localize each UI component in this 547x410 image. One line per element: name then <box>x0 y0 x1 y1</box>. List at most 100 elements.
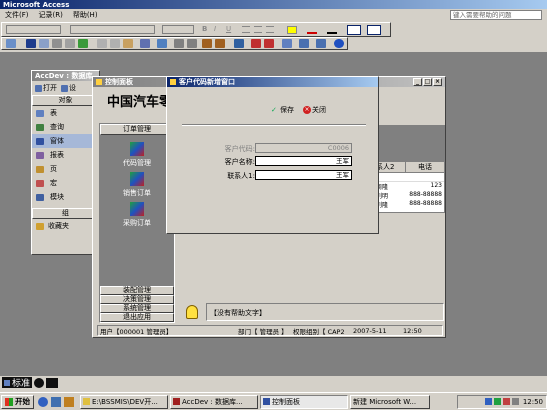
btn-system[interactable]: 系统管理 <box>100 304 174 313</box>
font-color-icon[interactable] <box>307 26 317 34</box>
design-button[interactable]: 设 <box>61 83 76 93</box>
dialog-titlebar: 客户代码新增窗口 <box>167 77 378 87</box>
bold-button[interactable]: B <box>202 25 207 33</box>
print-icon[interactable] <box>52 39 62 48</box>
grid-col-phone[interactable]: 电话 <box>406 162 444 172</box>
tray-icon[interactable] <box>493 398 501 405</box>
minimize-button[interactable]: _ <box>413 78 422 86</box>
nav-icon[interactable] <box>46 377 59 388</box>
align-right-icon[interactable] <box>266 26 274 33</box>
object-combo[interactable] <box>6 25 61 34</box>
line-width-button[interactable] <box>367 25 381 35</box>
cut-icon[interactable] <box>97 39 107 48</box>
object-forms[interactable]: 窗体 <box>32 134 99 148</box>
object-macros[interactable]: 宏 <box>36 176 99 190</box>
close-label: 关闭 <box>312 106 326 114</box>
help-icon[interactable] <box>334 39 344 48</box>
menu-file[interactable]: 文件(F) <box>5 10 29 20</box>
quicklaunch-shield-icon[interactable] <box>64 396 74 407</box>
paste-icon[interactable] <box>123 39 133 48</box>
new-object-icon[interactable] <box>316 39 326 48</box>
object-pages[interactable]: 页 <box>36 162 99 176</box>
group-favorites[interactable]: 收藏夹 <box>32 219 99 233</box>
quicklaunch-desktop-icon[interactable] <box>51 396 61 407</box>
btn-decision[interactable]: 决策管理 <box>100 295 174 304</box>
nav-item-code[interactable]: 代码管理 <box>100 142 174 168</box>
objects-header[interactable]: 对象 <box>32 95 99 106</box>
object-reports[interactable]: 报表 <box>36 148 99 162</box>
delete-record-icon[interactable] <box>264 39 274 48</box>
object-queries[interactable]: 查询 <box>36 120 99 134</box>
favorites-icon <box>36 222 44 230</box>
border-style-button[interactable] <box>347 25 361 35</box>
menu-help[interactable]: 帮助(H) <box>73 10 98 20</box>
undo-icon[interactable] <box>140 39 150 48</box>
object-tables[interactable]: 表 <box>36 106 99 120</box>
search-icon[interactable] <box>39 39 49 48</box>
find-icon[interactable] <box>234 39 244 48</box>
task-word[interactable]: 新建 Microsoft W... <box>350 394 430 409</box>
filter-icon[interactable] <box>202 39 212 48</box>
task-label: 控制面板 <box>272 397 300 406</box>
query-icon <box>36 123 44 131</box>
task-accdev[interactable]: AccDev : 数据库... <box>170 394 258 409</box>
close-button[interactable]: × <box>433 78 442 86</box>
table-row[interactable]: 刘明 888-88888 <box>374 191 444 200</box>
groups-header[interactable]: 组 <box>32 208 99 219</box>
nav-item-purchase[interactable]: 采购订单 <box>100 202 174 228</box>
btn-assembly[interactable]: 装配管理 <box>100 286 174 295</box>
btn-exit[interactable]: 退出应用 <box>100 313 174 322</box>
task-label: E:\BSSMIS\DEV开... <box>92 397 158 406</box>
table-row[interactable]: 刘隆 888-88888 <box>374 200 444 209</box>
underline-button[interactable]: U <box>226 25 231 33</box>
dialog-close-button[interactable]: × 关闭 <box>303 105 326 115</box>
properties-icon[interactable] <box>282 39 292 48</box>
form-icon <box>36 137 44 145</box>
view-icon[interactable] <box>6 39 16 48</box>
tray-icon[interactable] <box>484 398 492 405</box>
contact1-input[interactable]: 王军 <box>255 170 352 180</box>
table-row[interactable]: 周隆 123 <box>374 182 444 191</box>
record-icon[interactable] <box>34 377 45 388</box>
italic-button[interactable]: I <box>214 25 216 33</box>
task-control-panel[interactable]: 控制面板 <box>260 394 348 409</box>
section-order[interactable]: 订单管理 <box>100 124 174 135</box>
quicklaunch-ie-icon[interactable] <box>38 396 48 407</box>
sort-asc-icon[interactable] <box>174 39 184 48</box>
fill-color-icon[interactable] <box>287 26 297 34</box>
sort-desc-icon[interactable] <box>187 39 197 48</box>
task-explorer[interactable]: E:\BSSMIS\DEV开... <box>80 394 168 409</box>
copy-icon[interactable] <box>110 39 120 48</box>
footer-time: 12:50 <box>403 326 422 335</box>
db-window-icon[interactable] <box>299 39 309 48</box>
customer-name-input[interactable]: 王军 <box>255 156 352 166</box>
save-icon[interactable] <box>26 39 36 48</box>
grid-header-band <box>374 126 444 162</box>
start-button[interactable]: 开始 <box>1 394 34 409</box>
hyperlink-icon[interactable] <box>157 39 167 48</box>
maximize-button[interactable]: □ <box>423 78 432 86</box>
size-combo[interactable] <box>162 25 194 34</box>
db-window-titlebar: AccDev : 数据库 <box>32 71 99 81</box>
tray-icon[interactable] <box>511 398 519 405</box>
mode-button[interactable]: 标准 <box>2 377 33 389</box>
spelling-icon[interactable] <box>78 39 88 48</box>
align-left-icon[interactable] <box>242 26 250 33</box>
preview-icon[interactable] <box>65 39 75 48</box>
customer-code-dialog: 客户代码新增窗口 ✓ 保存 × 关闭 客户代码: C0006 客户名称: 王军 … <box>166 76 379 234</box>
menu-records[interactable]: 记录(R) <box>39 10 63 20</box>
object-modules[interactable]: 模块 <box>36 190 99 204</box>
open-button[interactable]: 打开 <box>35 83 57 93</box>
nav-item-sales[interactable]: 销售订单 <box>100 172 174 198</box>
mode-label: 标准 <box>12 379 31 389</box>
align-center-icon[interactable] <box>254 26 262 33</box>
object-label: 表 <box>50 109 57 117</box>
bottom-buttons: 装配管理 决策管理 系统管理 退出应用 <box>100 286 174 322</box>
help-search-input[interactable]: 键入需要帮助的问题 <box>450 10 542 20</box>
line-color-icon[interactable] <box>327 26 337 34</box>
filter-form-icon[interactable] <box>215 39 225 48</box>
font-combo[interactable] <box>70 25 155 34</box>
new-record-icon[interactable] <box>251 39 261 48</box>
dialog-save-button[interactable]: ✓ 保存 <box>271 105 294 115</box>
tray-icon[interactable] <box>502 398 510 405</box>
